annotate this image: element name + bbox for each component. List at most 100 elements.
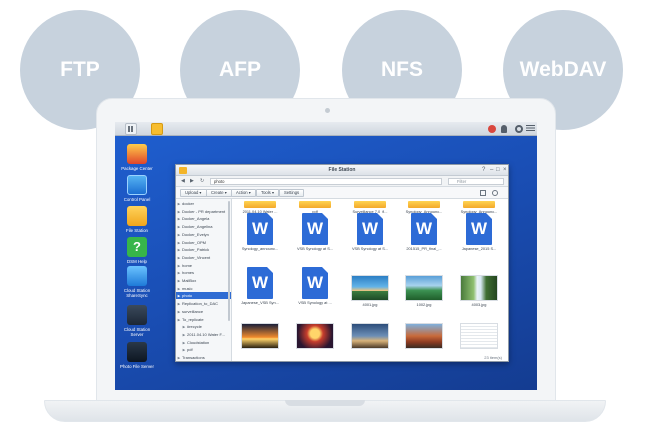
package-center-icon: [127, 144, 147, 164]
tree-item-label: Docker_Angela: [182, 216, 210, 222]
help-icon[interactable]: ?: [482, 166, 485, 175]
desktop-app-label: Cloud Station Server: [123, 327, 151, 337]
desktop-app[interactable]: Control Panel: [119, 175, 155, 202]
tree-item[interactable]: ▶ #recycle: [176, 323, 231, 330]
document-item[interactable]: W VSB Synology at S...: [290, 213, 340, 251]
tree-item-label: Cloudstation: [187, 339, 210, 345]
tree-item-label: 2011.04.10 Water F...: [187, 331, 225, 337]
desktop-app[interactable]: Photo File Server: [119, 342, 155, 369]
tree-item[interactable]: ▶ home: [176, 262, 231, 269]
image-item[interactable]: 4001.jpg: [345, 275, 395, 307]
item-count: 23 item(s): [484, 355, 502, 360]
help-icon: ?: [127, 237, 147, 257]
document-item[interactable]: W Japanese_VSB Syn...: [235, 267, 285, 305]
search-icon[interactable]: [515, 125, 523, 133]
document-item[interactable]: W VSB Synology at S...: [345, 213, 395, 251]
action-button[interactable]: Action ▾: [231, 189, 256, 197]
desktop-app[interactable]: Cloud Station Server: [119, 305, 155, 337]
image-item[interactable]: [290, 323, 340, 349]
settings-button[interactable]: Settings: [279, 189, 305, 197]
image-item[interactable]: 1002.jpg: [399, 275, 449, 307]
options-icon[interactable]: [526, 125, 535, 131]
tree-item[interactable]: ▶ Docker_Vincent: [176, 254, 231, 261]
tree-item[interactable]: ▶ Docker_Angelina: [176, 223, 231, 230]
notification-icon[interactable]: [488, 125, 496, 133]
tree-item[interactable]: ▶ 2011.04.10 Water F...: [176, 331, 231, 338]
tree-item[interactable]: ▶ MailBox: [176, 277, 231, 284]
cloud-server-icon: [127, 305, 147, 325]
tree-item[interactable]: ▶ Docker - PR department: [176, 208, 231, 215]
desktop-app[interactable]: ? DSM Help: [119, 237, 155, 264]
word-document-icon: W: [357, 213, 383, 245]
tree-item[interactable]: ▶ Docker_Patrick: [176, 246, 231, 253]
path-input[interactable]: photo: [210, 178, 442, 185]
tools-button[interactable]: Tools ▾: [256, 189, 280, 197]
back-icon[interactable]: ◀: [181, 178, 185, 184]
document-item[interactable]: W Synology_announc...: [235, 213, 285, 251]
image-thumbnail: [241, 323, 279, 349]
image-item[interactable]: [454, 323, 504, 349]
close-icon[interactable]: ×: [503, 166, 507, 175]
main-menu-button[interactable]: [125, 123, 137, 135]
tree-item[interactable]: ▶ Transactions: [176, 354, 231, 361]
word-document-icon: W: [302, 213, 328, 245]
tree-item[interactable]: ▶ music: [176, 285, 231, 292]
window-title: File Station: [328, 167, 356, 173]
tree-item-label: To_replicate: [182, 316, 204, 322]
image-item[interactable]: [399, 323, 449, 349]
image-item[interactable]: 4003.jpg: [454, 275, 504, 307]
window-titlebar[interactable]: File Station ? – □ ×: [176, 165, 508, 176]
create-button[interactable]: Create ▾: [206, 189, 232, 197]
desktop-app-label: DSM Help: [126, 259, 147, 264]
tree-item[interactable]: ▶ photo: [176, 292, 231, 300]
desktop-app[interactable]: File Station: [119, 206, 155, 233]
desktop-app[interactable]: Cloud Station ShareSync: [119, 266, 155, 298]
dsm-desktop: Package Center Control Panel File Station?…: [115, 122, 537, 390]
filter-input[interactable]: Filter: [448, 178, 504, 185]
tree-scrollbar[interactable]: [228, 201, 230, 321]
sort-icon[interactable]: [492, 190, 498, 196]
tree-item[interactable]: ▶ pdf: [176, 346, 231, 353]
document-item[interactable]: W 201515_PR_final_...: [399, 213, 449, 251]
image-thumbnail: [460, 323, 498, 349]
desktop-app[interactable]: Package Center: [119, 144, 155, 171]
tree-item[interactable]: ▶ To_replicate: [176, 316, 231, 323]
document-item[interactable]: W VSB Synology at ...: [290, 267, 340, 305]
tree-item-label: docker: [182, 201, 195, 206]
image-thumbnail: [296, 323, 334, 349]
tree-item-label: Docker_Patrick: [182, 247, 210, 253]
user-icon[interactable]: [501, 125, 507, 133]
folder-tree: ▶ docker ▶ Docker - PR department ▶ Docker_An…: [176, 199, 232, 361]
tree-item[interactable]: ▶ Docker_Angela: [176, 215, 231, 222]
tree-item-label: #recycle: [187, 324, 202, 330]
file-name: Synology_announc...: [241, 246, 279, 251]
desktop-app-label: Package Center: [121, 166, 153, 171]
tree-item[interactable]: ▶ homes: [176, 269, 231, 276]
minimize-icon[interactable]: –: [490, 166, 493, 175]
tree-item[interactable]: ▶ Docker_OPM: [176, 239, 231, 246]
image-thumbnail: [405, 275, 443, 301]
taskbar: [115, 122, 537, 136]
tree-item[interactable]: ▶ Replication_to_DAC: [176, 300, 231, 307]
upload-button[interactable]: Upload ▾: [180, 189, 207, 197]
document-item[interactable]: W Japanese_2015 S...: [454, 213, 504, 251]
tree-item[interactable]: ▶ Cloudstation: [176, 339, 231, 346]
file-station-window: File Station ? – □ × ◀ ▶ ↻ photo Filter …: [175, 164, 509, 362]
maximize-icon[interactable]: □: [496, 166, 500, 175]
tree-item[interactable]: ▶ docker: [176, 200, 231, 207]
image-item[interactable]: [235, 323, 285, 349]
refresh-icon[interactable]: ↻: [200, 178, 204, 184]
image-item[interactable]: [345, 323, 395, 349]
address-bar: ◀ ▶ ↻ photo Filter: [176, 176, 508, 187]
word-document-icon: W: [466, 213, 492, 245]
file-grid: 23 item(s) 2011.04.10 Water ... pdf Survei…: [232, 199, 508, 361]
tree-item-label: MailBox: [182, 278, 197, 283]
taskbar-file-station-icon[interactable]: [151, 123, 163, 135]
control-panel-icon: [127, 175, 147, 195]
tree-item[interactable]: ▶ Docker_Evelyn: [176, 231, 231, 238]
tree-item-label: Docker_Angelina: [182, 224, 213, 230]
folder-icon: [244, 201, 276, 208]
tree-item[interactable]: ▶ surveillance: [176, 308, 231, 315]
grid-view-icon[interactable]: [480, 190, 486, 196]
forward-icon[interactable]: ▶: [190, 178, 194, 184]
